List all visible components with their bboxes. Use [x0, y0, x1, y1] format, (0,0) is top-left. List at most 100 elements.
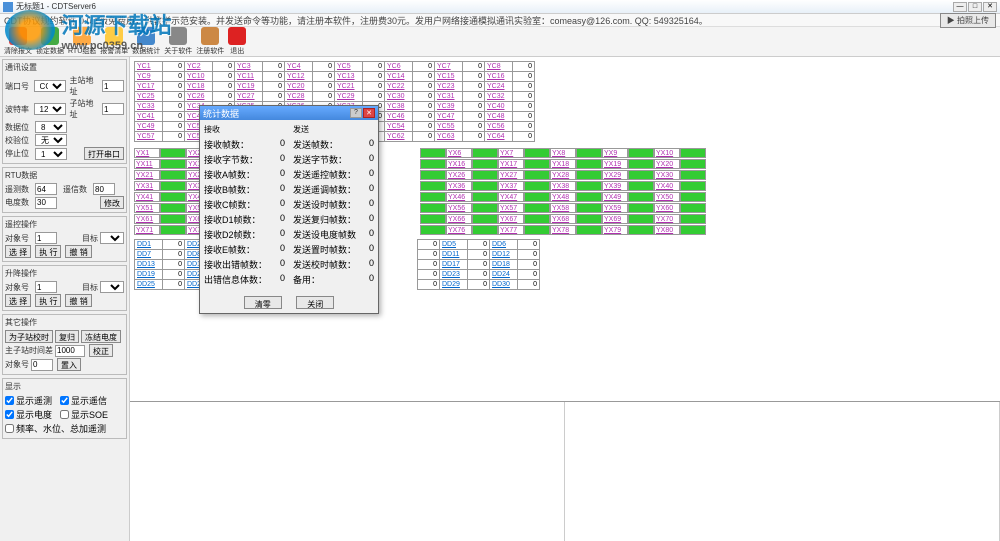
dd-cell[interactable]: DD19: [135, 270, 163, 280]
yx-cell[interactable]: YX51: [134, 203, 160, 213]
yc-cell[interactable]: YC13: [335, 72, 363, 82]
yk-obj-input[interactable]: [35, 232, 57, 244]
yx-cell[interactable]: YX31: [134, 181, 160, 191]
yx-cell[interactable]: YX79: [602, 225, 628, 235]
dialog-clear-button[interactable]: 清零: [244, 296, 282, 309]
yc-cell[interactable]: YC28: [285, 92, 313, 102]
yc-cell[interactable]: YC57: [135, 132, 163, 142]
yc-cell[interactable]: YC26: [185, 92, 213, 102]
yc-count-input[interactable]: [35, 183, 57, 195]
yx-cell[interactable]: YX9: [602, 148, 628, 158]
yc-cell[interactable]: YC54: [385, 122, 413, 132]
show-yx-checkbox[interactable]: 显示遥信: [60, 394, 107, 407]
yx-cell[interactable]: YX68: [550, 214, 576, 224]
yx-cell[interactable]: YX38: [550, 181, 576, 191]
main-addr-input[interactable]: [102, 80, 124, 92]
yx-cell[interactable]: YX16: [446, 159, 472, 169]
parity-select[interactable]: 无: [35, 134, 67, 146]
dd-cell[interactable]: DD12: [490, 250, 518, 260]
dd-cell[interactable]: DD1: [135, 240, 163, 250]
yx-cell[interactable]: YX78: [550, 225, 576, 235]
yc-cell[interactable]: YC18: [185, 82, 213, 92]
yc-cell[interactable]: YC41: [135, 112, 163, 122]
yc-cell[interactable]: YC25: [135, 92, 163, 102]
yx-cell[interactable]: YX41: [134, 192, 160, 202]
yc-cell[interactable]: YC47: [435, 112, 463, 122]
yt-target-select[interactable]: 升: [100, 281, 124, 293]
yc-cell[interactable]: YC24: [485, 82, 513, 92]
dd-cell[interactable]: DD17: [440, 260, 468, 270]
yx-cell[interactable]: YX50: [654, 192, 680, 202]
stopbits-select[interactable]: 1: [35, 148, 67, 160]
yx-cell[interactable]: YX67: [498, 214, 524, 224]
yx-cell[interactable]: YX6: [446, 148, 472, 158]
yc-cell[interactable]: YC22: [385, 82, 413, 92]
yx-cell[interactable]: YX39: [602, 181, 628, 191]
yx-cell[interactable]: YX71: [134, 225, 160, 235]
calibrate-button[interactable]: 校正: [89, 344, 113, 357]
dd-cell[interactable]: DD6: [490, 240, 518, 250]
yc-cell[interactable]: YC16: [485, 72, 513, 82]
yx-cell[interactable]: YX21: [134, 170, 160, 180]
yx-cell[interactable]: YX7: [498, 148, 524, 158]
yx-cell[interactable]: YX69: [602, 214, 628, 224]
yx-cell[interactable]: YX49: [602, 192, 628, 202]
yc-cell[interactable]: YC56: [485, 122, 513, 132]
yc-cell[interactable]: YC55: [435, 122, 463, 132]
databits-select[interactable]: 8: [35, 121, 67, 133]
yc-cell[interactable]: YC49: [135, 122, 163, 132]
yx-cell[interactable]: YX47: [498, 192, 524, 202]
yc-cell[interactable]: YC64: [485, 132, 513, 142]
yc-cell[interactable]: YC17: [135, 82, 163, 92]
yx-cell[interactable]: YX8: [550, 148, 576, 158]
yk-execute-button[interactable]: 执 行: [35, 245, 61, 258]
dialog-close-button[interactable]: 关闭: [296, 296, 334, 309]
yx-cell[interactable]: YX60: [654, 203, 680, 213]
dd-cell[interactable]: DD23: [440, 270, 468, 280]
yx-cell[interactable]: YX27: [498, 170, 524, 180]
yc-cell[interactable]: YC3: [235, 62, 263, 72]
yx-cell[interactable]: YX40: [654, 181, 680, 191]
yc-cell[interactable]: YC21: [335, 82, 363, 92]
yx-cell[interactable]: YX1: [134, 148, 160, 158]
yc-cell[interactable]: YC23: [435, 82, 463, 92]
yc-cell[interactable]: YC14: [385, 72, 413, 82]
toolbar-btn-0[interactable]: 清除报文: [4, 27, 32, 56]
yc-cell[interactable]: YC63: [435, 132, 463, 142]
upload-button[interactable]: ▶ 拍照上传: [940, 13, 996, 28]
yx-cell[interactable]: YX59: [602, 203, 628, 213]
yx-cell[interactable]: YX30: [654, 170, 680, 180]
yc-cell[interactable]: YC12: [285, 72, 313, 82]
yx-cell[interactable]: YX17: [498, 159, 524, 169]
yc-cell[interactable]: YC5: [335, 62, 363, 72]
yx-cell[interactable]: YX61: [134, 214, 160, 224]
yc-cell[interactable]: YC32: [485, 92, 513, 102]
yc-cell[interactable]: YC1: [135, 62, 163, 72]
dd-count-input[interactable]: [35, 197, 57, 209]
yc-cell[interactable]: YC9: [135, 72, 163, 82]
yx-cell[interactable]: YX10: [654, 148, 680, 158]
modify-button[interactable]: 修改: [100, 196, 124, 209]
dd-cell[interactable]: DD25: [135, 280, 163, 290]
yc-cell[interactable]: YC62: [385, 132, 413, 142]
yx-cell[interactable]: YX19: [602, 159, 628, 169]
close-button[interactable]: ✕: [983, 2, 997, 12]
toolbar-btn-5[interactable]: 关于软件: [164, 27, 192, 56]
yc-cell[interactable]: YC19: [235, 82, 263, 92]
yt-obj-input[interactable]: [35, 281, 57, 293]
yx-cell[interactable]: YX20: [654, 159, 680, 169]
yc-cell[interactable]: YC33: [135, 102, 163, 112]
yx-cell[interactable]: YX58: [550, 203, 576, 213]
yk-select-button[interactable]: 选 择: [5, 245, 31, 258]
yx-cell[interactable]: YX29: [602, 170, 628, 180]
yx-cell[interactable]: YX37: [498, 181, 524, 191]
toolbar-btn-2[interactable]: RTU组态: [68, 27, 96, 56]
yx-cell[interactable]: YX46: [446, 192, 472, 202]
yc-cell[interactable]: YC40: [485, 102, 513, 112]
set-button[interactable]: 置入: [57, 358, 81, 371]
yx-cell[interactable]: YX36: [446, 181, 472, 191]
yc-cell[interactable]: YC31: [435, 92, 463, 102]
toolbar-btn-4[interactable]: 数据统计: [132, 27, 160, 56]
yx-cell[interactable]: YX76: [446, 225, 472, 235]
time-diff-input[interactable]: [55, 345, 85, 357]
